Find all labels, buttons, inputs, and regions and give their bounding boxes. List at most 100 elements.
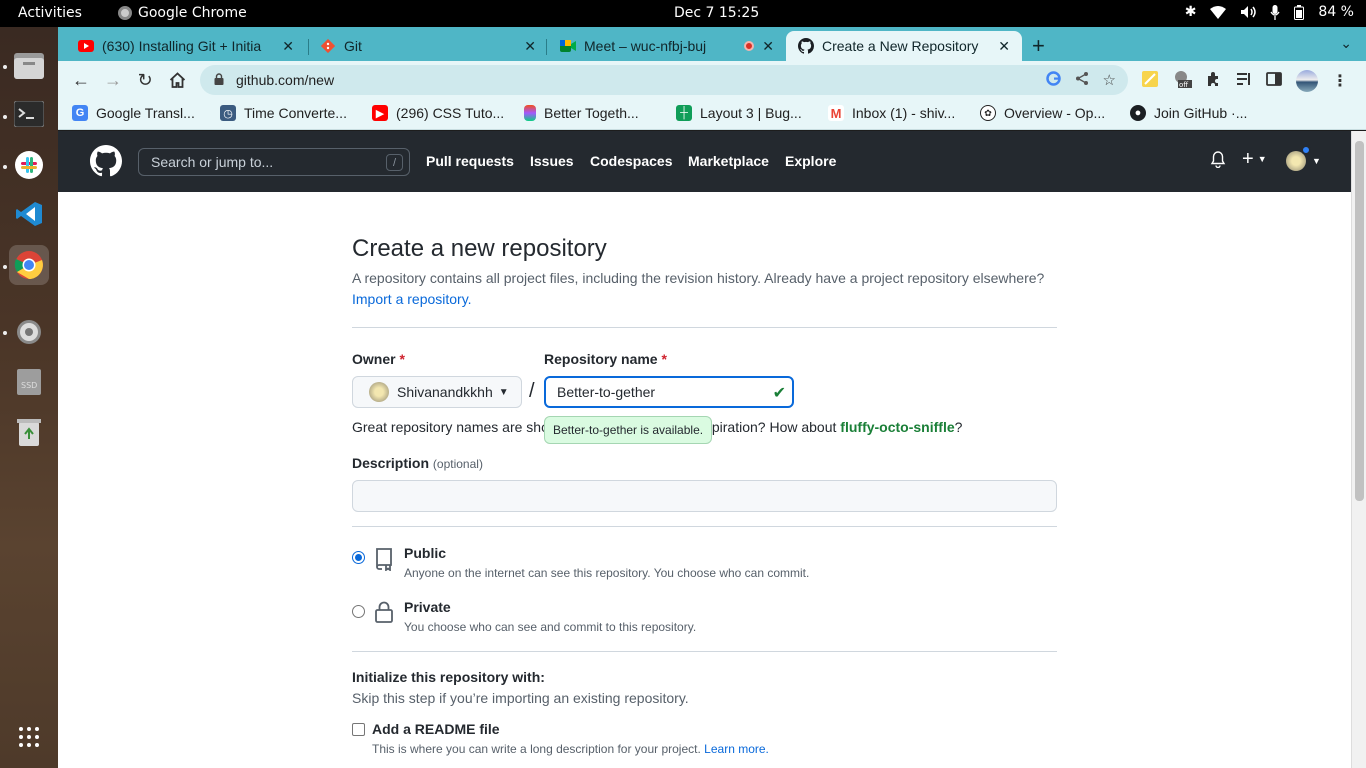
availability-tooltip: Better-to-gether is available.: [544, 416, 713, 444]
public-radio[interactable]: [352, 551, 365, 564]
battery-percent: 84 %: [1318, 4, 1354, 20]
system-tray[interactable]: ✱ 84 %: [1185, 4, 1354, 20]
bookmark-star-icon[interactable]: ☆: [1103, 71, 1116, 90]
google-lens-icon[interactable]: [1045, 71, 1061, 90]
repository-name-label-text: Repository name: [544, 351, 658, 367]
tab-create-repository[interactable]: Create a New Repository ✕: [786, 31, 1022, 61]
bookmark-item[interactable]: ◷ Time Converte...: [220, 105, 347, 121]
running-indicator: [3, 165, 7, 169]
notifications-bell-icon[interactable]: [1210, 151, 1226, 168]
new-tab-icon[interactable]: +: [1032, 33, 1045, 59]
battery-icon: [1294, 4, 1305, 20]
bookmark-item[interactable]: ▶ (296) CSS Tuto...: [372, 105, 504, 121]
bookmark-item[interactable]: ┼ Layout 3 | Bug...: [676, 105, 802, 121]
microphone-icon: [1270, 4, 1280, 20]
bookmark-item[interactable]: ● Join GitHub ·...: [1130, 105, 1247, 121]
bookmark-label: Layout 3 | Bug...: [700, 105, 802, 121]
learn-more-link[interactable]: Learn more.: [704, 742, 769, 756]
reading-list-icon[interactable]: [1236, 72, 1252, 90]
nav-pull-requests[interactable]: Pull requests: [426, 153, 514, 169]
dock-settings-icon[interactable]: [9, 312, 49, 352]
web-page: Search or jump to... / Pull requests Iss…: [58, 131, 1351, 768]
dock-slack-icon[interactable]: [9, 145, 49, 185]
tab-meet[interactable]: Meet – wuc-nfbj-buj ✕: [548, 31, 786, 61]
nav-marketplace[interactable]: Marketplace: [688, 153, 769, 169]
bookmark-item[interactable]: Better Togeth...: [524, 105, 639, 121]
readme-checkbox[interactable]: [352, 723, 365, 736]
public-description: Anyone on the internet can see this repo…: [404, 566, 810, 580]
description-label-text: Description: [352, 455, 430, 471]
repository-name-value: Better-to-gether: [557, 384, 656, 400]
activities-button[interactable]: Activities: [18, 5, 82, 21]
dock-ssd-drive-icon[interactable]: SSD: [9, 362, 49, 402]
hint-text-end: ?: [954, 419, 963, 435]
divider: [352, 651, 1057, 652]
close-tab-icon[interactable]: ✕: [998, 38, 1010, 55]
page-scrollbar[interactable]: [1351, 131, 1366, 768]
gmail-icon: M: [828, 105, 844, 121]
owner-label: Owner *: [352, 351, 405, 367]
dock-files-icon[interactable]: [9, 45, 49, 85]
tab-git[interactable]: Git ✕: [308, 31, 548, 61]
profile-avatar[interactable]: [1296, 70, 1318, 92]
readme-description: This is where you can write a long descr…: [372, 742, 769, 756]
menu-kebab-icon[interactable]: ⋮: [1332, 71, 1348, 91]
bookmark-item[interactable]: M Inbox (1) - shiv...: [828, 105, 955, 121]
scrollbar-thumb[interactable]: [1355, 141, 1364, 501]
extension-sticky-note-icon[interactable]: [1142, 71, 1158, 91]
clock-icon: ◷: [220, 105, 236, 121]
nav-codespaces[interactable]: Codespaces: [590, 153, 672, 169]
bookmark-label: Better Togeth...: [544, 105, 639, 121]
lock-icon[interactable]: [214, 72, 224, 88]
github-icon: [798, 38, 814, 54]
nav-explore[interactable]: Explore: [785, 153, 836, 169]
extension-off-icon[interactable]: off: [1172, 69, 1192, 93]
slack-tray-icon[interactable]: ✱: [1185, 4, 1197, 20]
divider: [352, 327, 1057, 328]
name-suggestion-link[interactable]: fluffy-octo-sniffle: [840, 419, 954, 435]
running-indicator: [3, 331, 7, 335]
show-applications-icon[interactable]: [9, 717, 49, 757]
clock[interactable]: Dec 7 15:25: [674, 5, 759, 21]
dock-vscode-icon[interactable]: [9, 194, 49, 234]
address-bar[interactable]: github.com/new ☆: [200, 65, 1128, 95]
running-indicator: [3, 65, 7, 69]
tab-title: Create a New Repository: [822, 38, 979, 54]
tab-youtube[interactable]: (630) Installing Git + Initia ✕: [66, 31, 306, 61]
recording-indicator-icon: [744, 41, 755, 51]
search-placeholder: Search or jump to...: [151, 154, 274, 170]
tab-search-chevron-icon[interactable]: ⌄: [1340, 35, 1352, 52]
reload-icon[interactable]: ↻: [134, 69, 156, 91]
import-repository-link[interactable]: Import a repository.: [352, 291, 472, 307]
readme-label: Add a README file: [372, 721, 500, 737]
nav-issues[interactable]: Issues: [530, 153, 574, 169]
close-tab-icon[interactable]: ✕: [762, 38, 774, 55]
repository-name-input[interactable]: Better-to-gether ✔: [544, 376, 794, 408]
bookmark-item[interactable]: G Google Transl...: [72, 105, 195, 121]
private-radio[interactable]: [352, 605, 365, 618]
bookmark-item[interactable]: ✿ Overview - Op...: [980, 105, 1105, 121]
dock-chrome-icon[interactable]: [9, 245, 49, 285]
dock: SSD: [0, 27, 58, 768]
owner-dropdown[interactable]: Shivanandkkhh ▼: [352, 376, 522, 408]
description-input[interactable]: [352, 480, 1057, 512]
dock-trash-icon[interactable]: [9, 412, 49, 452]
owner-repo-separator: /: [529, 380, 535, 402]
forward-arrow-icon[interactable]: →: [102, 69, 124, 91]
bookmark-label: Inbox (1) - shiv...: [852, 105, 956, 121]
github-logo-icon[interactable]: [90, 145, 123, 177]
app-menu[interactable]: Google Chrome: [118, 5, 247, 21]
search-input[interactable]: Search or jump to... /: [138, 148, 410, 176]
close-tab-icon[interactable]: ✕: [524, 38, 536, 55]
side-panel-icon[interactable]: [1266, 72, 1282, 90]
user-avatar[interactable]: ▼: [1286, 145, 1321, 171]
share-icon[interactable]: [1075, 71, 1089, 90]
create-new-plus-icon[interactable]: + ▼: [1242, 149, 1267, 169]
page-description: A repository contains all project files,…: [352, 270, 1045, 286]
close-tab-icon[interactable]: ✕: [282, 38, 294, 55]
dock-terminal-icon[interactable]: [9, 94, 49, 134]
back-arrow-icon[interactable]: ←: [70, 69, 92, 91]
home-icon[interactable]: [166, 69, 188, 91]
extensions-puzzle-icon[interactable]: [1206, 71, 1222, 91]
chrome-icon: [118, 6, 132, 20]
